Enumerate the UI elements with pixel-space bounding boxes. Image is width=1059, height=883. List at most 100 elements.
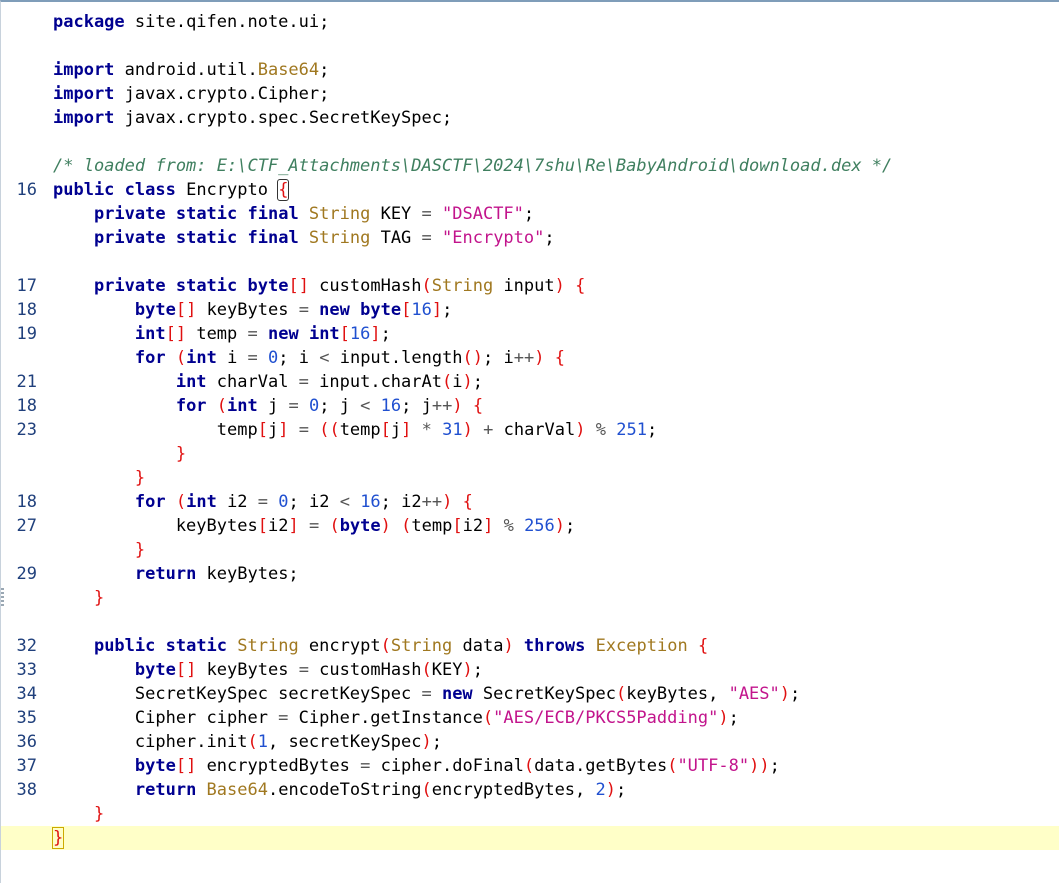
code-token: { [277,179,290,201]
code-editor[interactable]: package site.qifen.note.ui; import androi… [0,0,1059,883]
code-line[interactable]: } [1,586,1059,610]
code-text: } [53,442,186,466]
code-line[interactable] [1,130,1059,154]
code-token: charVal [493,420,576,440]
line-number: 35 [16,708,37,728]
code-token: Exception [585,636,688,656]
line-number: 18 [16,492,37,512]
code-text: import javax.crypto.spec.SecretKeySpec; [53,106,452,130]
code-line[interactable]: 18 byte[] keyBytes = new byte[16]; [1,298,1059,322]
code-token: KEY [431,660,463,680]
code-text: private static final String TAG = "Encry… [53,226,555,250]
code-line[interactable]: 33 byte[] keyBytes = customHash(KEY); [1,658,1059,682]
code-token: [ [401,300,412,320]
code-token: { [554,348,565,368]
code-line[interactable]: import android.util.Base64; [1,58,1059,82]
line-number: 23 [16,420,37,440]
code-token: private [93,204,166,224]
code-token: ++ [421,492,443,512]
code-line[interactable]: } [1,466,1059,490]
code-line[interactable]: } [1,826,1059,850]
code-token: < [339,492,350,512]
code-line[interactable]: 21 int charVal = input.charAt(i); [1,370,1059,394]
code-token: = [278,708,289,728]
code-token: ; [380,324,391,344]
code-line[interactable]: import javax.crypto.Cipher; [1,82,1059,106]
code-token: [] [175,300,197,320]
code-line[interactable]: package site.qifen.note.ui; [1,10,1059,34]
code-token: ; j [401,396,432,416]
code-token: keyBytes; [196,564,299,584]
code-line[interactable]: 27 keyBytes[i2] = (byte) (temp[i2] % 256… [1,514,1059,538]
code-token: ( [175,348,187,368]
code-line[interactable]: 38 return Base64.encodeToString(encrypte… [1,778,1059,802]
code-line[interactable] [1,610,1059,634]
code-token: keyBytes, [626,684,729,704]
code-line[interactable]: 16 public class Encrypto { [1,178,1059,202]
code-token: () [462,348,484,368]
code-line[interactable]: 32 public static String encrypt(String d… [1,634,1059,658]
code-line[interactable]: 23 temp[j] = ((temp[j] * 31) + charVal) … [1,418,1059,442]
code-line[interactable] [1,34,1059,58]
code-token: ; [431,732,442,752]
code-line[interactable]: private static final String TAG = "Encry… [1,226,1059,250]
code-line[interactable]: 35 Cipher cipher = Cipher.getInstance("A… [1,706,1059,730]
code-line[interactable]: 19 int[] temp = new int[16]; [1,322,1059,346]
code-token: ) [452,396,463,416]
code-token: } [134,468,146,488]
code-token: temp [411,516,453,536]
code-text: keyBytes[i2] = (byte) (temp[i2] % 256); [53,514,575,538]
line-number: 34 [16,684,37,704]
code-token: static [155,636,228,656]
code-text: int charVal = input.charAt(i); [53,370,483,394]
code-line[interactable]: for (int i = 0; i < input.length(); i++)… [1,346,1059,370]
code-token: input [493,276,555,296]
code-line[interactable]: 29 return keyBytes; [1,562,1059,586]
code-token: j [257,396,289,416]
code-token: ( [401,516,412,536]
code-token: import [53,84,125,104]
code-line[interactable]: } [1,802,1059,826]
code-text: private static byte[] customHash(String … [53,274,585,298]
line-number: 18 [16,396,37,416]
line-number: 17 [16,276,37,296]
code-line[interactable] [1,250,1059,274]
code-token: class [114,180,187,200]
code-token: ) [380,516,391,536]
line-number: 29 [16,564,37,584]
code-line[interactable]: 36 cipher.init(1, secretKeySpec); [1,730,1059,754]
code-token: ( [329,516,340,536]
code-token: = [421,204,432,224]
code-line[interactable]: 37 byte[] encryptedBytes = cipher.doFina… [1,754,1059,778]
code-line[interactable]: 17 private static byte[] customHash(Stri… [1,274,1059,298]
code-token: input.charAt [308,372,442,392]
code-line[interactable]: /* loaded from: E:\CTF_Attachments\DASCT… [1,154,1059,178]
code-text: byte[] keyBytes = new byte[16]; [53,298,452,322]
code-token: .encodeToString [267,780,422,800]
code-token: encryptedBytes, [431,780,596,800]
code-token: [ [452,516,463,536]
code-line[interactable]: 18 for (int i2 = 0; i2 < 16; i2++) { [1,490,1059,514]
code-token: = [298,372,309,392]
code-text: } [53,538,145,562]
code-line[interactable]: import javax.crypto.spec.SecretKeySpec; [1,106,1059,130]
code-line[interactable]: } [1,538,1059,562]
code-token: ; i [483,348,514,368]
code-token: ; i [278,348,320,368]
code-token: 31 [431,420,463,440]
code-token: KEY [380,204,422,224]
code-token: import [53,108,125,128]
code-line[interactable]: 34 SecretKeySpec secretKeySpec = new Sec… [1,682,1059,706]
code-line[interactable]: private static final String KEY = "DSACT… [1,202,1059,226]
code-line[interactable]: } [1,442,1059,466]
code-token: public [93,636,156,656]
code-line[interactable]: 18 for (int j = 0; j < 16; j++) { [1,394,1059,418]
